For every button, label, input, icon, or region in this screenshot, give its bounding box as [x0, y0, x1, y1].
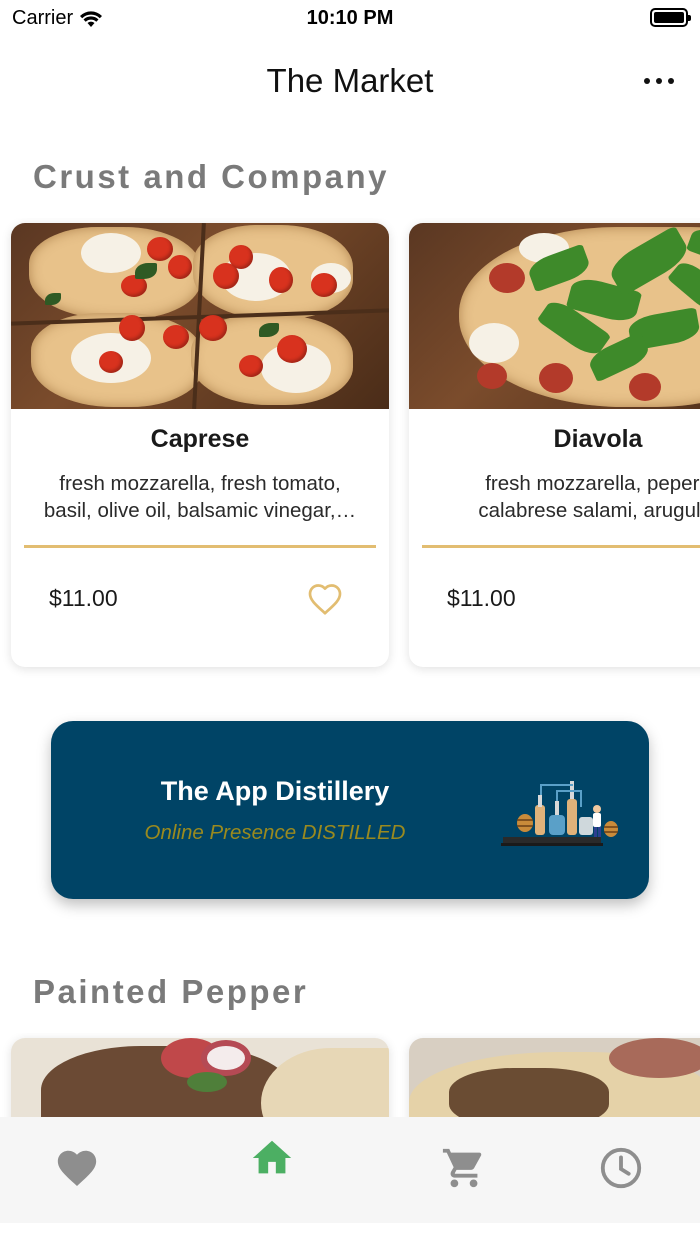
banner-title: The App Distillery — [160, 776, 390, 806]
tab-bar — [0, 1117, 700, 1223]
item-price: $11.00 — [447, 585, 516, 611]
taco-image — [11, 1038, 389, 1123]
menu-card-painted-pepper-1[interactable] — [11, 1038, 389, 1123]
menu-card-caprese[interactable]: Caprese fresh mozzarella, fresh tomato, … — [11, 223, 389, 667]
app-distillery-banner[interactable]: The App Distillery Online Presence DISTI… — [51, 721, 649, 899]
menu-card-painted-pepper-2[interactable] — [409, 1038, 700, 1123]
caprese-pizza-image — [11, 223, 389, 409]
item-price: $11.00 — [49, 585, 118, 611]
home-tab-home-icon[interactable] — [249, 1135, 295, 1181]
battery-icon — [650, 8, 691, 27]
status-bar: Carrier 10:10 PM — [0, 0, 700, 36]
navigation-bar: The Market — [0, 50, 700, 114]
banner-subtitle: Online Presence DISTILLED — [144, 821, 406, 844]
carousel-painted-pepper[interactable] — [0, 1033, 700, 1123]
home-indicator-area — [0, 1223, 700, 1244]
carousel-crust-and-company[interactable]: Caprese fresh mozzarella, fresh tomato, … — [0, 218, 700, 678]
favorites-tab-heart-icon[interactable] — [54, 1145, 100, 1191]
menu-card-diavola[interactable]: Diavola fresh mozzarella, pepero calabre… — [409, 223, 700, 667]
cart-tab-cart-icon[interactable] — [441, 1145, 487, 1191]
page-title: The Market — [266, 62, 434, 99]
diavola-pizza-image — [409, 223, 700, 409]
heart-outline-icon[interactable] — [307, 582, 343, 616]
burrito-image — [409, 1038, 700, 1123]
section-title-crust-and-company: Crust and Company — [33, 158, 390, 195]
distillery-illustration — [501, 781, 618, 846]
status-time: 10:10 PM — [306, 7, 394, 29]
history-tab-clock-icon[interactable] — [598, 1145, 644, 1191]
more-options-icon[interactable] — [644, 74, 674, 88]
item-description: fresh mozzarella, pepero calabrese salam… — [478, 472, 700, 522]
section-title-painted-pepper: Painted Pepper — [33, 973, 309, 1010]
item-description: fresh mozzarella, fresh tomato, basil, o… — [43, 472, 357, 522]
item-name: Diavola — [553, 425, 643, 453]
item-name: Caprese — [150, 425, 250, 453]
